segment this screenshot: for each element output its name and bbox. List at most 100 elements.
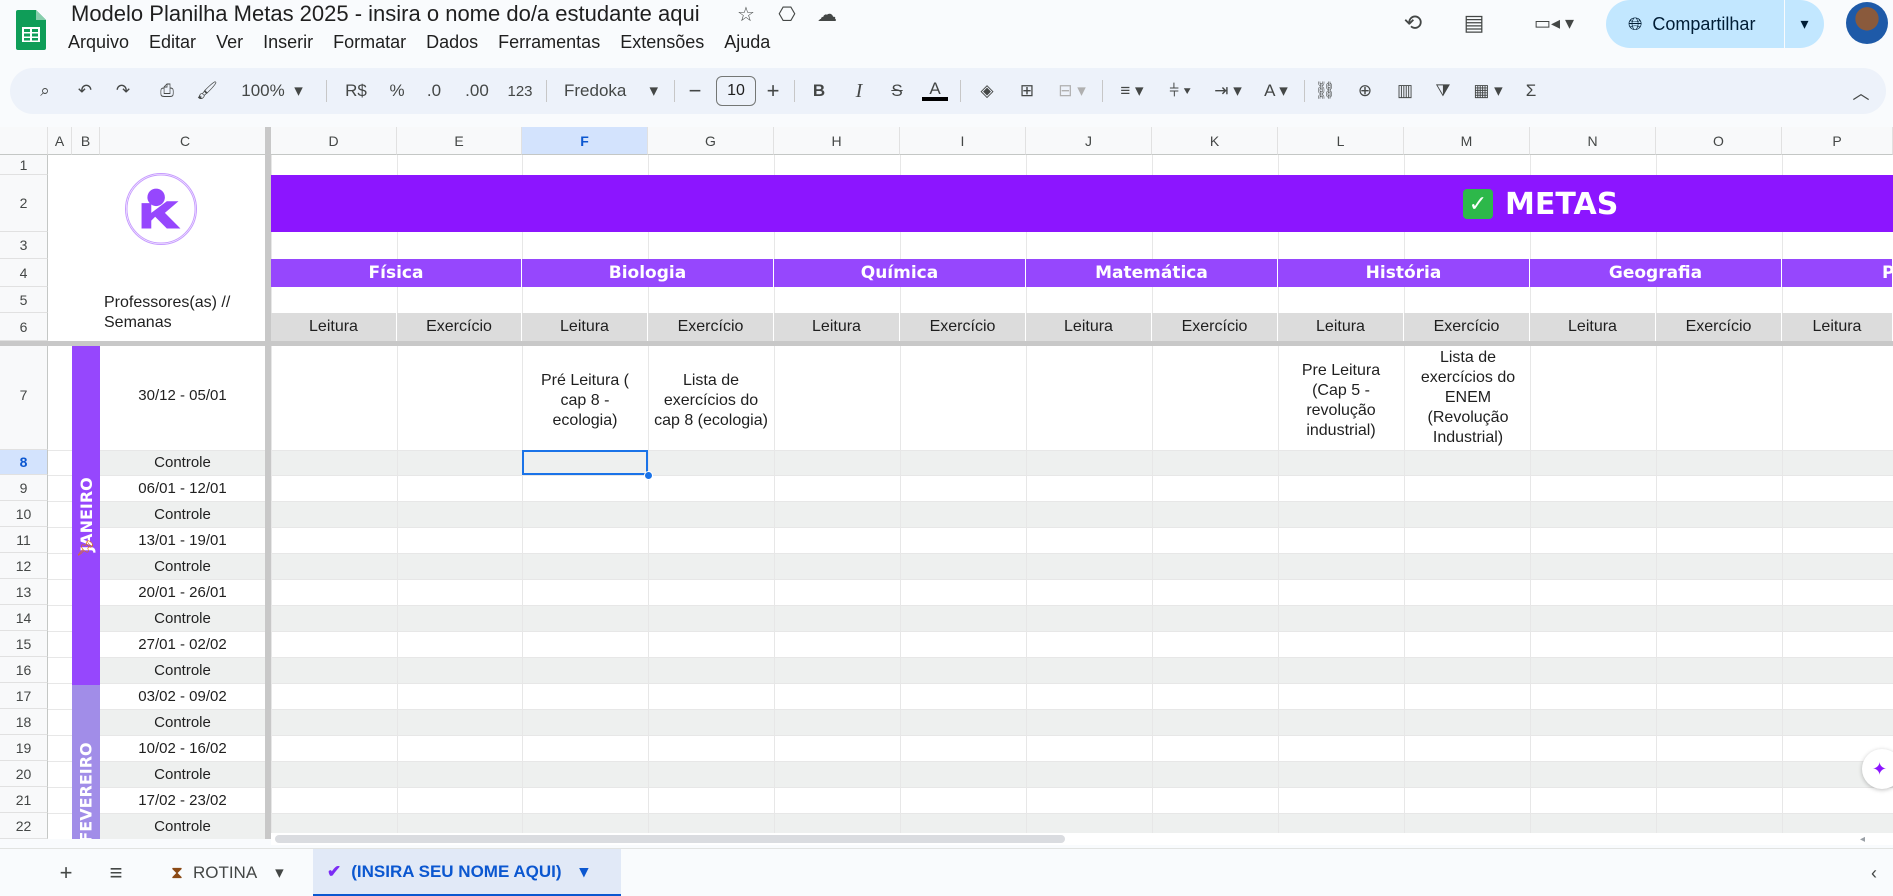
bold-icon[interactable]: B	[804, 68, 834, 114]
horizontal-align-icon[interactable]: ≡ ▾	[1110, 68, 1154, 114]
row-header-21[interactable]: 21	[0, 787, 48, 813]
cell-m7[interactable]: Lista de exercícios do ENEM (Revolução I…	[1410, 346, 1526, 450]
all-sheets-icon[interactable]: ≡	[100, 857, 132, 889]
column-header-n[interactable]: N	[1530, 127, 1656, 155]
row-header-9[interactable]: 9	[0, 475, 48, 501]
vertical-align-icon[interactable]: ⫩ ▾	[1158, 68, 1202, 114]
sheet-nav-left-icon[interactable]: ‹	[1858, 857, 1890, 889]
menu-extensoes[interactable]: Extensões	[610, 31, 714, 53]
column-header-l[interactable]: L	[1278, 127, 1404, 155]
fill-color-icon[interactable]: ◈	[972, 68, 1002, 114]
row-header-16[interactable]: 16	[0, 657, 48, 683]
row-header-3[interactable]: 3	[0, 232, 48, 259]
column-header-g[interactable]: G	[648, 127, 774, 155]
insert-comment-icon[interactable]: ⊕	[1350, 68, 1380, 114]
search-icon[interactable]: ⌕	[30, 68, 60, 114]
scrollbar-thumb[interactable]	[275, 835, 1065, 843]
column-header-k[interactable]: K	[1152, 127, 1278, 155]
column-header-p[interactable]: P	[1782, 127, 1893, 155]
column-header-i[interactable]: I	[900, 127, 1026, 155]
print-icon[interactable]: ⎙	[152, 68, 182, 114]
share-main[interactable]: 🌐︎ Compartilhar	[1606, 0, 1784, 48]
text-color-icon[interactable]: A	[920, 68, 950, 114]
percent-format-button[interactable]: %	[380, 68, 414, 114]
menu-editar[interactable]: Editar	[139, 31, 206, 53]
column-header-m[interactable]: M	[1404, 127, 1530, 155]
increase-font-size-icon[interactable]: +	[758, 68, 788, 114]
document-title[interactable]: Modelo Planilha Metas 2025 - insira o no…	[71, 1, 700, 27]
borders-icon[interactable]: ⊞	[1012, 68, 1042, 114]
horizontal-scrollbar[interactable]	[271, 833, 1893, 845]
column-header-c[interactable]: C	[100, 127, 271, 155]
menu-ferramentas[interactable]: Ferramentas	[488, 31, 610, 53]
row-header-7[interactable]: 7	[0, 341, 48, 450]
number-format-button[interactable]: 123	[500, 68, 540, 114]
comments-icon[interactable]: ▤	[1457, 6, 1491, 40]
star-icon[interactable]: ☆	[733, 2, 759, 28]
row-header-2[interactable]: 2	[0, 175, 48, 232]
row-header-5[interactable]: 5	[0, 287, 48, 313]
column-header-o[interactable]: O	[1656, 127, 1782, 155]
chevron-down-icon[interactable]: ▾	[580, 862, 589, 882]
row-header-19[interactable]: 19	[0, 735, 48, 761]
strikethrough-icon[interactable]: S	[882, 68, 912, 114]
fill-handle[interactable]	[644, 471, 653, 480]
menu-ajuda[interactable]: Ajuda	[714, 31, 780, 53]
menu-formatar[interactable]: Formatar	[323, 31, 416, 53]
share-dropdown-icon[interactable]: ▾	[1784, 0, 1824, 48]
row-header-14[interactable]: 14	[0, 605, 48, 631]
avatar[interactable]	[1846, 2, 1888, 44]
row-header-13[interactable]: 13	[0, 579, 48, 605]
frozen-row-divider[interactable]	[0, 341, 1893, 346]
row-header-15[interactable]: 15	[0, 631, 48, 657]
version-history-icon[interactable]: ⟲	[1396, 6, 1430, 40]
text-rotation-icon[interactable]: A ▾	[1254, 68, 1298, 114]
redo-icon[interactable]: ↷	[108, 68, 138, 114]
column-header-j[interactable]: J	[1026, 127, 1152, 155]
menu-dados[interactable]: Dados	[416, 31, 488, 53]
currency-format-button[interactable]: R$	[336, 68, 376, 114]
chevron-down-icon[interactable]: ▾	[275, 863, 284, 883]
paint-format-icon[interactable]: 🖌︎	[192, 68, 222, 114]
sheets-logo-icon[interactable]	[16, 10, 46, 50]
column-header-b[interactable]: B	[72, 127, 100, 155]
merge-cells-icon[interactable]: ⊟ ▾	[1050, 68, 1094, 114]
move-icon[interactable]: ⎔	[774, 2, 800, 28]
row-header-17[interactable]: 17	[0, 683, 48, 709]
menu-ver[interactable]: Ver	[206, 31, 253, 53]
row-header-18[interactable]: 18	[0, 709, 48, 735]
functions-icon[interactable]: Σ	[1516, 68, 1546, 114]
insert-chart-icon[interactable]: ▥	[1390, 68, 1420, 114]
menu-arquivo[interactable]: Arquivo	[58, 31, 139, 53]
cell-f7[interactable]: Pré Leitura ( cap 8 - ecologia)	[530, 357, 640, 445]
row-header-4[interactable]: 4	[0, 259, 48, 287]
select-all-corner[interactable]	[0, 127, 48, 155]
meet-icon[interactable]: ▭◂ ▾	[1524, 6, 1584, 40]
increase-decimal-button[interactable]: .00	[456, 68, 498, 114]
filter-views-icon[interactable]: ▦ ▾	[1466, 68, 1510, 114]
undo-icon[interactable]: ↶	[70, 68, 100, 114]
column-header-f[interactable]: F	[522, 127, 648, 155]
menu-inserir[interactable]: Inserir	[253, 31, 323, 53]
text-wrap-icon[interactable]: ⇥ ▾	[1206, 68, 1250, 114]
column-header-h[interactable]: H	[774, 127, 900, 155]
row-header-20[interactable]: 20	[0, 761, 48, 787]
add-sheet-icon[interactable]: +	[50, 857, 82, 889]
row-header-1[interactable]: 1	[0, 155, 48, 175]
row-header-12[interactable]: 12	[0, 553, 48, 579]
column-header-a[interactable]: A	[48, 127, 72, 155]
row-header-8[interactable]: 8	[0, 450, 48, 475]
selected-cell-f8[interactable]	[522, 450, 648, 475]
row-header-22[interactable]: 22	[0, 813, 48, 839]
row-header-11[interactable]: 11	[0, 527, 48, 553]
share-button[interactable]: 🌐︎ Compartilhar ▾	[1606, 0, 1824, 48]
column-header-d[interactable]: D	[271, 127, 397, 155]
frozen-column-divider[interactable]	[265, 127, 271, 839]
cell-g7[interactable]: Lista de exercícios do cap 8 (ecologia)	[653, 352, 769, 450]
row-header-10[interactable]: 10	[0, 501, 48, 527]
zoom-select[interactable]: 100% ▾	[232, 68, 312, 114]
column-header-e[interactable]: E	[397, 127, 522, 155]
decrease-decimal-button[interactable]: .0	[414, 68, 454, 114]
sheet-tab-active[interactable]: ✔ (INSIRA SEU NOME AQUI) ▾	[313, 849, 621, 896]
scroll-left-icon[interactable]: ◂	[1860, 834, 1865, 845]
